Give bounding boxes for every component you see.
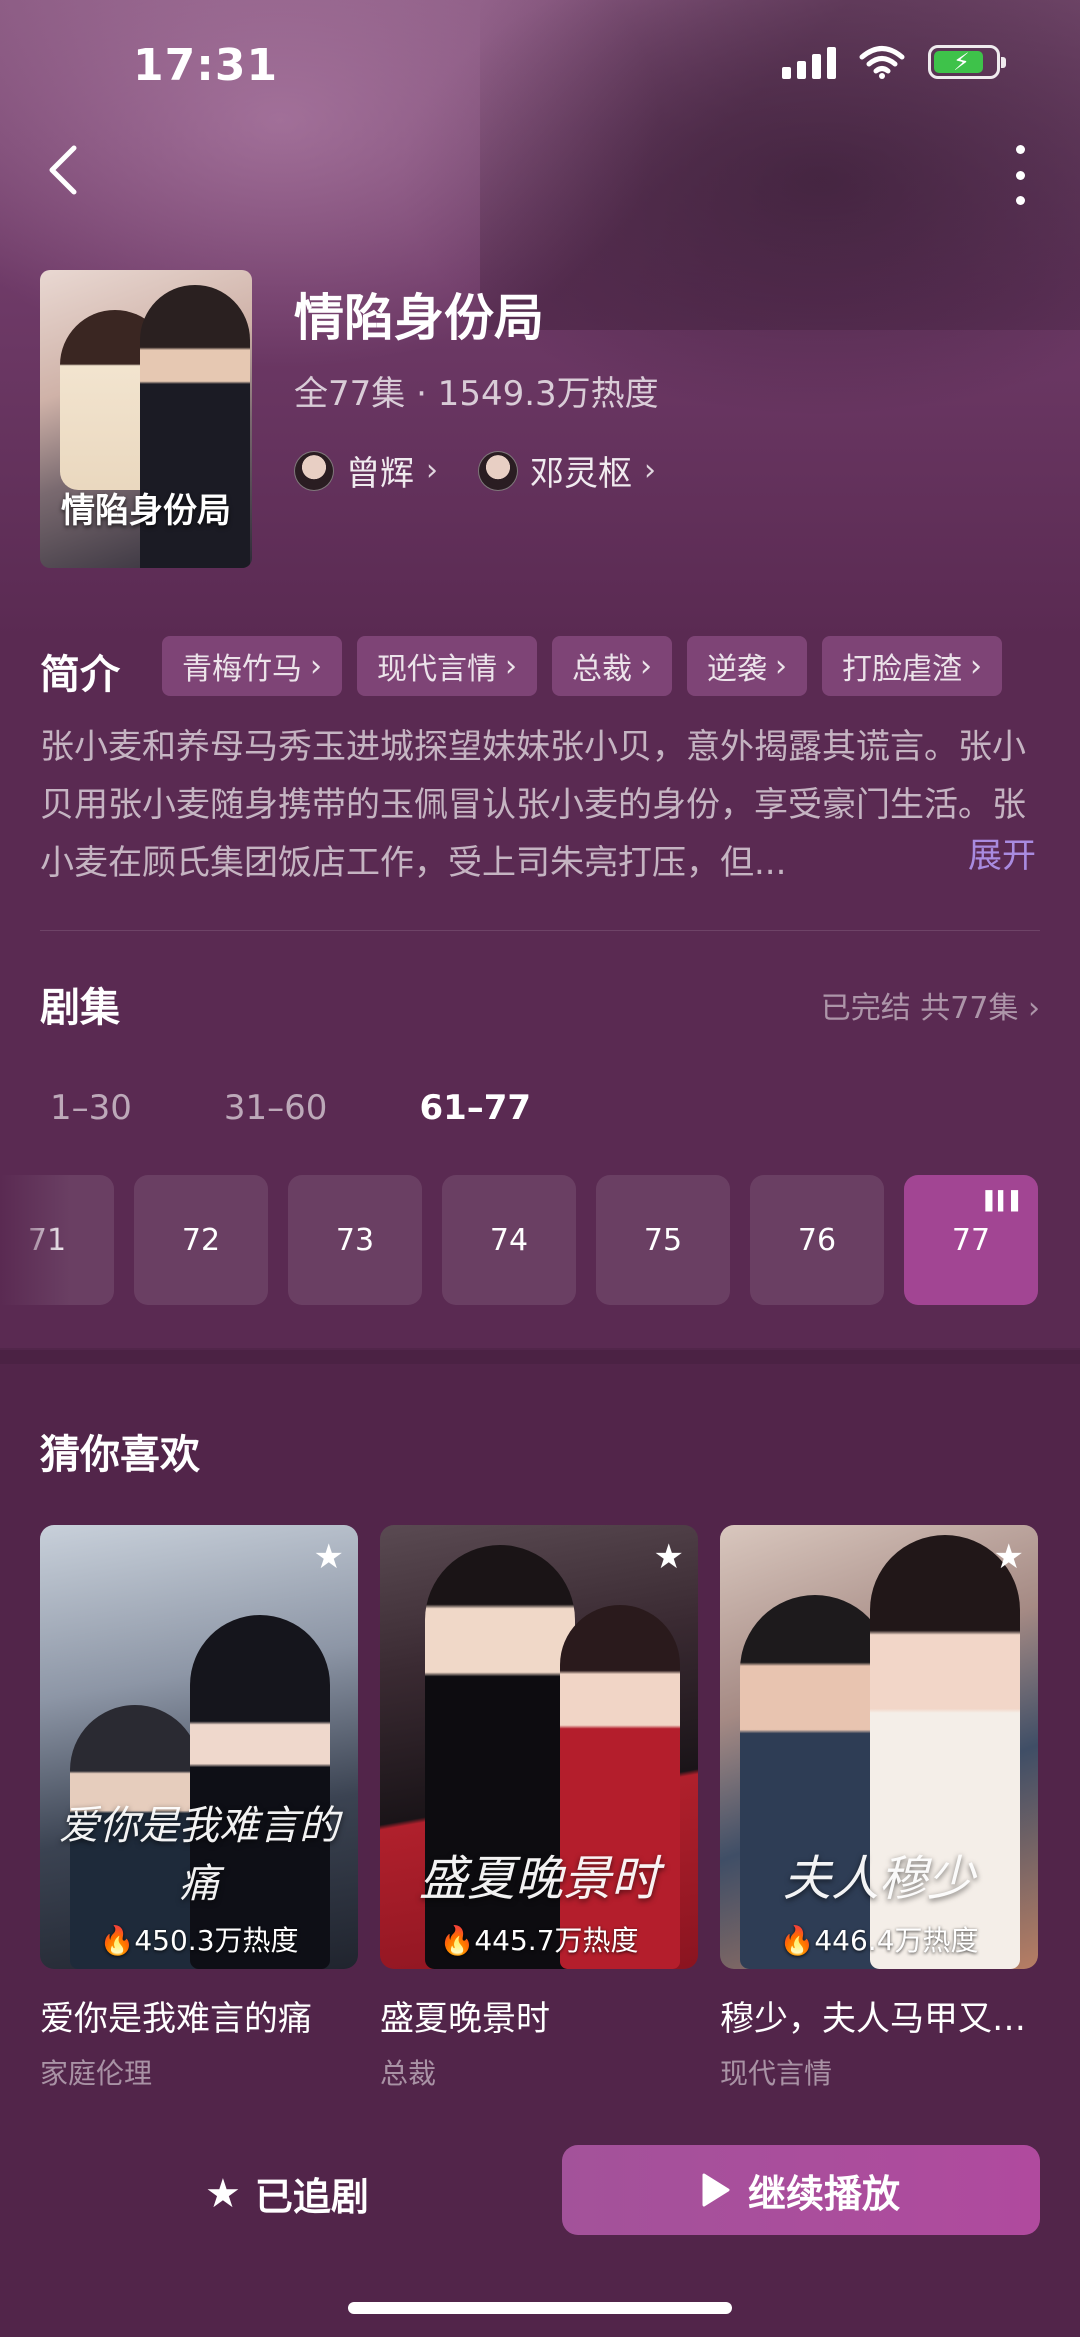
episodes-status: 已完结 共77集: [820, 991, 1019, 1026]
cover-title: 爱你是我难言的痛: [59, 1803, 339, 1907]
scroll-fade: [0, 1175, 70, 1305]
star-icon[interactable]: ★: [994, 1537, 1024, 1577]
chevron-right-icon: ›: [426, 453, 438, 488]
episode-button-current[interactable]: 77 ▌▍▌: [904, 1175, 1038, 1305]
more-vertical-icon[interactable]: [1000, 145, 1040, 205]
recommend-title: 穆少，夫人马甲又…: [720, 1999, 1026, 2039]
recommend-card[interactable]: 爱你是我难言的痛 ★ 🔥450.3万热度 爱你是我难言的痛 家庭伦理: [40, 1525, 358, 2092]
heat-label: 🔥450.3万热度: [99, 1924, 299, 1957]
chevron-right-icon: ›: [640, 648, 652, 684]
chevron-right-icon: ›: [310, 648, 322, 684]
poster-title: 情陷身份局: [61, 491, 231, 531]
divider: [40, 930, 1040, 931]
star-icon: ★: [205, 2170, 241, 2217]
actor-link[interactable]: 曾辉 ›: [294, 446, 438, 495]
episode-button[interactable]: 74: [442, 1175, 576, 1305]
episode-number: 77: [951, 1222, 991, 1258]
drama-poster: 情陷身份局: [40, 270, 252, 568]
follow-button[interactable]: ★ 已追剧: [205, 2166, 369, 2221]
avatar: [478, 450, 518, 491]
tag-label: 逆袭: [707, 652, 767, 687]
tag-label: 青梅竹马: [182, 652, 302, 687]
expand-link[interactable]: 展开: [968, 828, 1036, 877]
episode-list: 71 72 73 74 75 76 77 ▌▍▌: [0, 1175, 1038, 1305]
tag-list: 青梅竹马 › 现代言情 › 总裁 › 逆袭 › 打脸虐渣 ›: [162, 636, 1002, 696]
actor-name: 邓灵枢: [530, 454, 632, 494]
drama-meta: 全77集 · 1549.3万热度: [294, 374, 659, 414]
now-playing-icon: ▌▍▌: [985, 1191, 1025, 1212]
status-icons: ⚡: [782, 44, 1006, 80]
episode-button[interactable]: 72: [134, 1175, 268, 1305]
episode-button[interactable]: 76: [750, 1175, 884, 1305]
recommend-cover[interactable]: 盛夏晚景时 ★ 🔥445.7万热度: [380, 1525, 698, 1969]
episodes-label: 剧集: [40, 985, 120, 1031]
chevron-right-icon: ›: [775, 648, 787, 684]
episode-button[interactable]: 75: [596, 1175, 730, 1305]
recommend-label: 猜你喜欢: [40, 1432, 200, 1478]
home-indicator: [348, 2302, 732, 2314]
fire-icon: 🔥: [99, 1924, 135, 1957]
tag-chip[interactable]: 打脸虐渣 ›: [822, 636, 1002, 696]
battery-icon: ⚡: [928, 45, 1006, 79]
chevron-right-icon: ›: [1028, 991, 1040, 1026]
tag-label: 总裁: [572, 652, 632, 687]
fire-icon: 🔥: [779, 1924, 815, 1957]
play-label: 继续播放: [747, 2171, 900, 2216]
play-icon: [702, 2173, 730, 2207]
drama-title: 情陷身份局: [294, 289, 544, 347]
heat-label: 🔥445.7万热度: [439, 1924, 639, 1957]
signal-icon: [782, 45, 836, 79]
recommend-genre: 家庭伦理: [40, 2057, 153, 2090]
star-icon[interactable]: ★: [654, 1537, 684, 1577]
fire-icon: 🔥: [439, 1924, 475, 1957]
actor-name: 曾辉: [346, 454, 414, 494]
recommend-title: 盛夏晚景时: [380, 1999, 550, 2039]
recommend-card[interactable]: 盛夏晚景时 ★ 🔥445.7万热度 盛夏晚景时 总裁: [380, 1525, 698, 2092]
chevron-right-icon: ›: [644, 453, 656, 488]
range-tab[interactable]: 31–60: [224, 1088, 328, 1128]
back-arrow-icon[interactable]: [40, 140, 90, 200]
chevron-right-icon: ›: [970, 648, 982, 684]
actor-link[interactable]: 邓灵枢 ›: [478, 446, 656, 495]
cover-title: 夫人穆少: [782, 1851, 975, 1907]
avatar: [294, 450, 334, 491]
recommend-cover[interactable]: 爱你是我难言的痛 ★ 🔥450.3万热度: [40, 1525, 358, 1969]
actor-list: 曾辉 › 邓灵枢 ›: [294, 446, 656, 495]
range-tab-active[interactable]: 61–77: [419, 1088, 531, 1128]
heat-label: 🔥446.4万热度: [779, 1924, 979, 1957]
status-time: 17:31: [133, 40, 279, 91]
tag-chip[interactable]: 现代言情 ›: [357, 636, 537, 696]
cover-title: 盛夏晚景时: [418, 1851, 659, 1907]
wifi-icon: [859, 46, 905, 79]
recommend-card[interactable]: 夫人穆少 ★ 🔥446.4万热度 穆少，夫人马甲又… 现代言情: [720, 1525, 1038, 2092]
continue-play-button[interactable]: 继续播放: [562, 2145, 1040, 2235]
tag-chip[interactable]: 青梅竹马 ›: [162, 636, 342, 696]
tag-chip[interactable]: 逆袭 ›: [687, 636, 807, 696]
recommend-title: 爱你是我难言的痛: [40, 1999, 312, 2039]
synopsis-label: 简介: [40, 652, 120, 698]
episode-button[interactable]: 73: [288, 1175, 422, 1305]
tag-label: 现代言情: [377, 652, 497, 687]
star-icon[interactable]: ★: [314, 1537, 344, 1577]
episodes-status-link[interactable]: 已完结 共77集 ›: [821, 983, 1040, 1027]
follow-label: 已追剧: [254, 2175, 369, 2219]
range-tab[interactable]: 1–30: [50, 1088, 132, 1128]
tag-label: 打脸虐渣: [842, 652, 962, 687]
recommend-list: 爱你是我难言的痛 ★ 🔥450.3万热度 爱你是我难言的痛 家庭伦理 盛夏晚景时…: [40, 1525, 1038, 2092]
recommend-genre: 现代言情: [720, 2057, 833, 2090]
range-tabs: 1–30 31–60 61–77: [50, 1088, 623, 1128]
recommend-genre: 总裁: [380, 2057, 437, 2090]
recommend-cover[interactable]: 夫人穆少 ★ 🔥446.4万热度: [720, 1525, 1038, 1969]
synopsis-text: 张小麦和养母马秀玉进城探望妹妹张小贝，意外揭露其谎言。张小贝用张小麦随身携带的玉…: [40, 727, 1026, 883]
section-separator: [0, 1348, 1080, 1364]
chevron-right-icon: ›: [505, 648, 517, 684]
tag-chip[interactable]: 总裁 ›: [552, 636, 672, 696]
